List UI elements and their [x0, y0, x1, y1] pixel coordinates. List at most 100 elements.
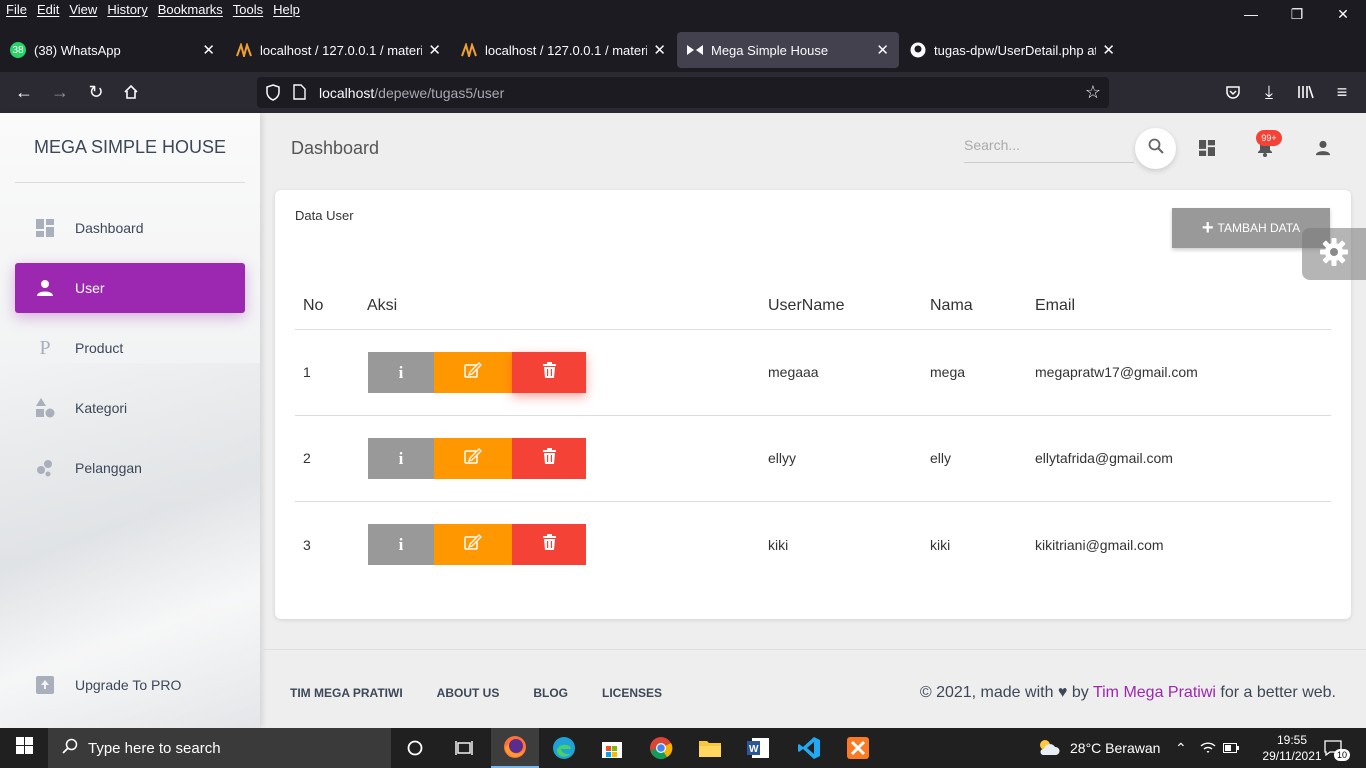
search-input[interactable]: Search...: [964, 135, 1134, 163]
sidebar-item-upgrade[interactable]: Upgrade To PRO: [15, 660, 245, 710]
minimize-button[interactable]: —: [1228, 0, 1274, 28]
brand-title[interactable]: MEGA SIMPLE HOUSE: [0, 137, 260, 158]
close-tab-icon[interactable]: ✕: [653, 41, 666, 59]
shield-icon[interactable]: [265, 84, 281, 104]
cell-email: ellytafrida@gmail.com: [1035, 450, 1173, 466]
copyright-text: © 2021, made with: [919, 684, 1054, 701]
heart-icon: ♥: [1057, 684, 1068, 701]
trash-icon: [542, 448, 556, 469]
cell-nama: mega: [930, 364, 966, 380]
taskbar-search-placeholder: Type here to search: [88, 739, 221, 757]
taskbar-search[interactable]: Type here to search: [48, 728, 391, 768]
menu-file[interactable]: File: [6, 0, 27, 20]
notification-center-button[interactable]: 10: [1322, 728, 1350, 768]
windows-logo-icon: [15, 737, 33, 759]
person-icon[interactable]: [1312, 137, 1334, 159]
info-button[interactable]: i: [368, 438, 434, 479]
info-button[interactable]: i: [368, 524, 434, 565]
restore-button[interactable]: ❐: [1274, 0, 1320, 28]
edit-icon: [464, 362, 482, 383]
delete-button[interactable]: [512, 438, 586, 479]
forward-arrow-icon[interactable]: →: [48, 80, 72, 104]
chevron-up-icon[interactable]: ⌃: [1175, 728, 1187, 768]
close-tab-icon[interactable]: ✕: [202, 41, 215, 59]
menu-tools[interactable]: Tools: [233, 0, 263, 20]
xampp-icon[interactable]: [834, 728, 882, 768]
edit-button[interactable]: [434, 438, 512, 479]
library-icon[interactable]: [1294, 80, 1318, 104]
home-icon[interactable]: [119, 80, 143, 104]
plus-icon: +: [1201, 217, 1214, 239]
store-icon[interactable]: [588, 728, 636, 768]
url-bar[interactable]: localhost/depewe/tugas5/user ☆: [257, 77, 1109, 108]
back-arrow-icon[interactable]: ←: [12, 80, 36, 104]
footer-link-about[interactable]: ABOUT US: [437, 686, 500, 700]
vscode-icon[interactable]: [785, 728, 833, 768]
search-button[interactable]: [1135, 128, 1176, 169]
hamburger-menu-icon[interactable]: ≡: [1330, 80, 1354, 104]
close-tab-icon[interactable]: ✕: [1102, 41, 1115, 59]
sidebar-item-dashboard[interactable]: Dashboard: [15, 203, 245, 253]
bookmark-star-icon[interactable]: ☆: [1085, 82, 1101, 103]
menu-bookmarks[interactable]: Bookmarks: [158, 0, 223, 20]
cell-no: 1: [303, 364, 311, 380]
file-explorer-icon[interactable]: [686, 728, 734, 768]
footer-link-licenses[interactable]: LICENSES: [602, 686, 662, 700]
shapes-icon: [35, 398, 55, 418]
copyright-link[interactable]: Tim Mega Pratiwi: [1093, 684, 1216, 701]
edit-icon: [464, 448, 482, 469]
tab-phpmyadmin-2[interactable]: localhost / 127.0.0.1 / materi_dpw ✕: [451, 32, 676, 68]
tab-mega-simple-house[interactable]: Mega Simple House ✕: [677, 32, 899, 68]
column-header-nama: Nama: [930, 297, 973, 314]
divider: [15, 182, 245, 183]
task-view-icon[interactable]: [440, 728, 488, 768]
reload-icon[interactable]: ↻: [84, 80, 108, 104]
close-tab-icon[interactable]: ✕: [876, 41, 889, 59]
button-label: TAMBAH DATA: [1217, 221, 1301, 235]
phpmyadmin-icon: [236, 42, 252, 58]
sidebar-item-pelanggan[interactable]: Pelanggan: [15, 443, 245, 493]
menu-view[interactable]: View: [69, 0, 97, 20]
info-icon: i: [398, 534, 404, 554]
delete-button[interactable]: [512, 352, 586, 393]
downloads-icon[interactable]: ⤓: [1257, 80, 1281, 104]
page-title[interactable]: Dashboard: [291, 138, 379, 159]
edit-button[interactable]: [434, 524, 512, 565]
copyright: © 2021, made with ♥ by Tim Mega Pratiwi …: [920, 684, 1336, 702]
footer-link-tim[interactable]: TIM MEGA PRATIWI: [290, 686, 403, 700]
chrome-icon[interactable]: [637, 728, 685, 768]
menu-help[interactable]: Help: [273, 0, 300, 20]
edge-icon[interactable]: [540, 728, 588, 768]
weather-widget[interactable]: 28°C Berawan: [1036, 728, 1160, 768]
sidebar-item-product[interactable]: P Product: [15, 323, 245, 373]
system-clock[interactable]: 19:55 29/11/2021: [1262, 732, 1322, 764]
firefox-icon[interactable]: [491, 728, 539, 768]
tab-github[interactable]: tugas-dpw/UserDetail.php at main ✕: [900, 32, 1125, 68]
close-window-button[interactable]: ✕: [1320, 0, 1366, 28]
cortana-icon[interactable]: [391, 728, 439, 768]
pocket-icon[interactable]: [1221, 80, 1245, 104]
battery-icon[interactable]: [1223, 728, 1239, 768]
wifi-icon[interactable]: [1200, 728, 1216, 768]
sidebar-item-user[interactable]: User: [15, 263, 245, 313]
page-icon: [293, 84, 306, 103]
word-icon[interactable]: W: [734, 728, 782, 768]
sidebar-item-kategori[interactable]: Kategori: [15, 383, 245, 433]
start-button[interactable]: [0, 728, 48, 768]
tab-phpmyadmin-1[interactable]: localhost / 127.0.0.1 / materi_dpw ✕: [226, 32, 451, 68]
footer-link-blog[interactable]: BLOG: [533, 686, 568, 700]
column-header-aksi: Aksi: [367, 297, 398, 314]
tab-whatsapp[interactable]: 38 (38) WhatsApp ✕: [0, 32, 225, 68]
info-button[interactable]: i: [368, 352, 434, 393]
settings-gear-button[interactable]: [1302, 228, 1366, 280]
menu-edit[interactable]: Edit: [37, 0, 59, 20]
edit-button[interactable]: [434, 352, 512, 393]
delete-button[interactable]: [512, 524, 586, 565]
url-host: localhost: [319, 85, 375, 101]
close-tab-icon[interactable]: ✕: [428, 41, 441, 59]
divider: [295, 415, 1331, 416]
sidebar-item-label: Upgrade To PRO: [75, 677, 182, 693]
cell-nama: kiki: [930, 537, 951, 553]
dashboard-icon[interactable]: [1196, 137, 1218, 159]
menu-history[interactable]: History: [107, 0, 147, 20]
